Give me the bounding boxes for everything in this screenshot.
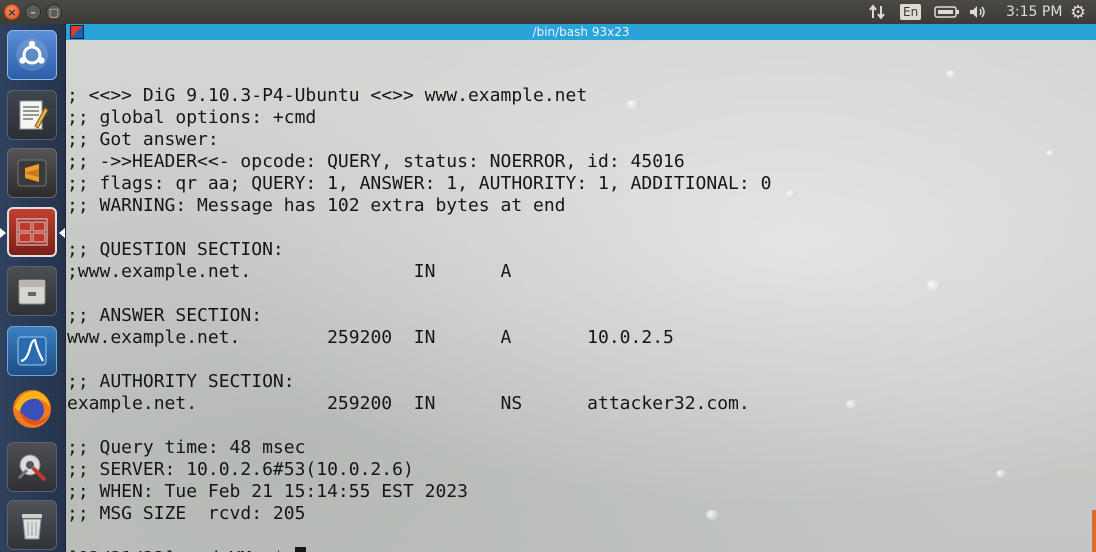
- terminal-line: example.net. 259200 IN NS attacker32.com…: [67, 393, 750, 414]
- settings-icon: [17, 454, 47, 482]
- top-panel: × – □ En 3:15 PM ⚙: [0, 0, 1096, 24]
- ubuntu-logo-icon: [16, 39, 48, 71]
- launcher-item-system-settings[interactable]: [7, 442, 57, 492]
- terminal-line: ;; AUTHORITY SECTION:: [67, 371, 295, 392]
- launcher-item-dash[interactable]: [7, 30, 57, 80]
- terminal-line: ;; Query time: 48 msec: [67, 437, 306, 458]
- wireshark-icon: [17, 336, 47, 366]
- terminal-line: www.example.net. 259200 IN A 10.0.2.5: [67, 327, 674, 348]
- maximize-window-button[interactable]: □: [46, 4, 62, 20]
- launcher-item-files[interactable]: [7, 266, 57, 316]
- minimize-icon: –: [30, 5, 36, 19]
- network-icon: [869, 4, 885, 20]
- terminal-line: ;www.example.net. IN A: [67, 261, 512, 282]
- sublime-text-icon: [17, 159, 47, 187]
- terminal-line: ;; QUESTION SECTION:: [67, 239, 284, 260]
- launcher-item-terminal[interactable]: [7, 207, 57, 257]
- battery-icon: [934, 6, 959, 18]
- active-app-indicator-right: [59, 228, 65, 238]
- close-window-button[interactable]: ×: [4, 4, 20, 20]
- gear-icon: ⚙: [1070, 1, 1087, 23]
- minimize-window-button[interactable]: –: [25, 4, 41, 20]
- terminal-output[interactable]: ; <<>> DiG 9.10.3-P4-Ubuntu <<>> www.exa…: [66, 40, 1096, 552]
- wallpaper-drop: [846, 400, 858, 409]
- wallpaper-drop: [946, 70, 957, 79]
- terminal-line: ;; flags: qr aa; QUERY: 1, ANSWER: 1, AU…: [67, 173, 772, 194]
- launcher-item-wireshark[interactable]: [7, 326, 57, 376]
- launcher: [0, 24, 66, 552]
- wallpaper-drop: [1046, 150, 1055, 157]
- firefox-icon: [13, 390, 51, 428]
- terminal-line: ;; SERVER: 10.0.2.6#53(10.0.2.6): [67, 459, 414, 480]
- close-icon: ×: [7, 5, 17, 19]
- terminal-line: ;; ANSWER SECTION:: [67, 305, 263, 326]
- active-app-indicator: [0, 228, 6, 238]
- terminal-line: ;; WHEN: Tue Feb 21 15:14:55 EST 2023: [67, 481, 468, 502]
- terminal-line: ; <<>> DiG 9.10.3-P4-Ubuntu <<>> www.exa…: [67, 85, 588, 106]
- battery-indicator[interactable]: [934, 0, 960, 24]
- launcher-item-text-editor[interactable]: [7, 90, 57, 140]
- terminal-line: ;; WARNING: Message has 102 extra bytes …: [67, 195, 566, 216]
- text-cursor: [294, 547, 306, 552]
- terminal-line: ;; MSG SIZE rcvd: 205: [67, 503, 306, 524]
- wallpaper-drop: [926, 280, 942, 292]
- terminal-line: ;; global options: +cmd: [67, 107, 317, 128]
- maximize-icon: □: [48, 5, 60, 19]
- launcher-item-sublime-text[interactable]: [7, 148, 57, 198]
- clock[interactable]: 3:15 PM: [1006, 0, 1062, 24]
- launcher-item-trash[interactable]: [7, 500, 57, 550]
- text-editor-icon: [19, 100, 49, 130]
- trash-icon: [22, 514, 42, 540]
- terminal-icon: [16, 218, 48, 246]
- session-menu[interactable]: ⚙: [1070, 0, 1086, 24]
- scrollbar-handle[interactable]: [1092, 510, 1096, 552]
- volume-icon: [970, 6, 985, 18]
- launcher-item-firefox[interactable]: [7, 384, 57, 434]
- network-indicator[interactable]: [868, 0, 890, 24]
- shell-prompt: [02/21/23]seed@VM:~$: [67, 547, 771, 552]
- terminal-line: ;; ->>HEADER<<- opcode: QUERY, status: N…: [67, 151, 685, 172]
- terminal-menu-icon[interactable]: [70, 25, 84, 39]
- terminal-text: ; <<>> DiG 9.10.3-P4-Ubuntu <<>> www.exa…: [67, 63, 771, 552]
- keyboard-layout-label: En: [900, 4, 922, 20]
- wallpaper-drop: [996, 470, 1006, 478]
- keyboard-layout-indicator[interactable]: En: [900, 0, 922, 24]
- terminal-titlebar[interactable]: /bin/bash 93x23: [66, 24, 1096, 40]
- terminal-line: ;; Got answer:: [67, 129, 219, 150]
- wallpaper-drop: [786, 190, 796, 198]
- volume-indicator[interactable]: [968, 0, 988, 24]
- files-icon: [18, 279, 46, 305]
- terminal-title: /bin/bash 93x23: [532, 25, 630, 39]
